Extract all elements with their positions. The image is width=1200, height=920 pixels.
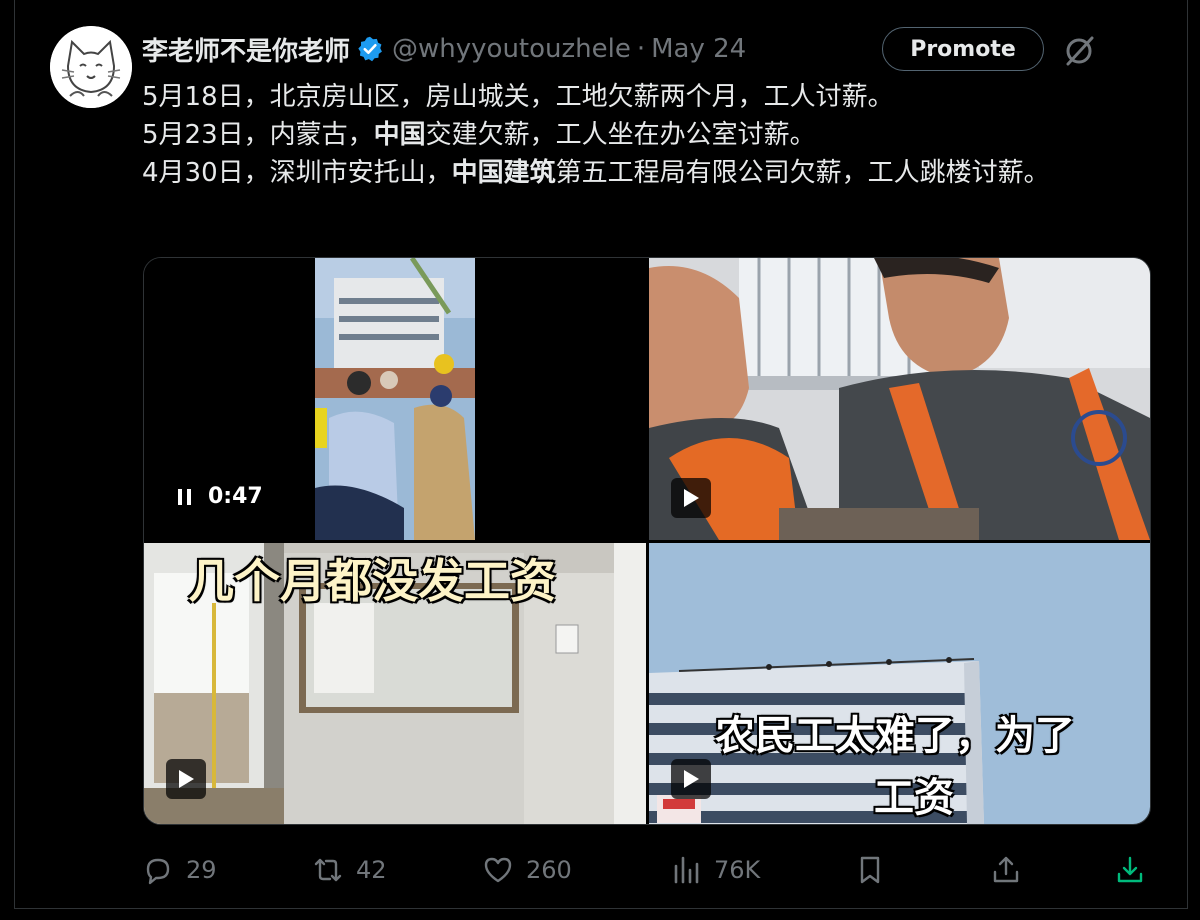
video-timer: 0:47 (176, 484, 263, 509)
video-caption-4b: 工资 (874, 775, 954, 821)
share-icon (993, 856, 1019, 883)
pause-icon[interactable] (176, 487, 194, 507)
media-grid: 0:47 几个月都没发工资 农民工太难了，为了 工资 (143, 257, 1151, 825)
reply-count: 29 (186, 856, 217, 884)
action-bar: 29 42 260 76K (142, 848, 1152, 892)
views-button[interactable]: 76K (670, 848, 760, 892)
reply-icon (146, 858, 170, 885)
tweet-line-3: 4月30日，深圳市安托山，中国建筑第五工程局有限公司欠薪，工人跳楼讨薪。 (142, 158, 1050, 188)
video-tile-2[interactable] (649, 258, 1150, 540)
timestamp[interactable]: May 24 (651, 34, 746, 64)
video-tile-3[interactable]: 几个月都没发工资 (144, 543, 646, 824)
promote-button[interactable]: Promote (882, 27, 1044, 71)
bookmark-icon (860, 856, 880, 884)
bookmark-button[interactable] (854, 848, 898, 892)
like-count: 260 (526, 856, 572, 884)
play-button[interactable] (166, 759, 206, 799)
tweet-line-1: 5月18日，北京房山区，房山城关，工地欠薪两个月，工人讨薪。 (142, 82, 894, 112)
avatar[interactable] (50, 26, 132, 108)
play-button[interactable] (671, 478, 711, 518)
tweet-text: 5月18日，北京房山区，房山城关，工地欠薪两个月，工人讨薪。 5月23日，内蒙古… (142, 78, 1132, 192)
download-button[interactable] (1114, 848, 1158, 892)
video-time: 0:47 (208, 484, 263, 509)
play-icon (684, 489, 699, 507)
display-name[interactable]: 李老师不是你老师 (142, 31, 350, 68)
repost-button[interactable]: 42 (312, 848, 387, 892)
like-icon (484, 857, 512, 883)
views-count: 76K (714, 856, 761, 884)
repost-icon (314, 858, 342, 882)
share-button[interactable] (990, 848, 1034, 892)
repost-count: 42 (356, 856, 387, 884)
play-icon (684, 770, 699, 788)
handle[interactable]: @whyyoutouzhele (392, 34, 631, 64)
video-caption-3: 几个月都没发工资 (188, 554, 556, 608)
tweet-line-2: 5月23日，内蒙古，中国交建欠薪，工人坐在办公室讨薪。 (142, 120, 816, 150)
like-button[interactable]: 260 (482, 848, 572, 892)
video-frame-2 (649, 258, 1150, 540)
verified-badge-icon (358, 36, 382, 62)
reply-button[interactable]: 29 (142, 848, 217, 892)
play-icon (179, 770, 194, 788)
video-tile-1[interactable]: 0:47 (144, 258, 646, 540)
video-caption-4a: 农民工太难了，为了 (715, 713, 1075, 759)
download-icon (1117, 856, 1143, 883)
separator: · (636, 34, 646, 64)
play-button[interactable] (671, 759, 711, 799)
grok-icon[interactable] (1062, 32, 1098, 68)
video-tile-4[interactable]: 农民工太难了，为了 工资 (649, 543, 1150, 824)
views-icon (674, 856, 699, 884)
